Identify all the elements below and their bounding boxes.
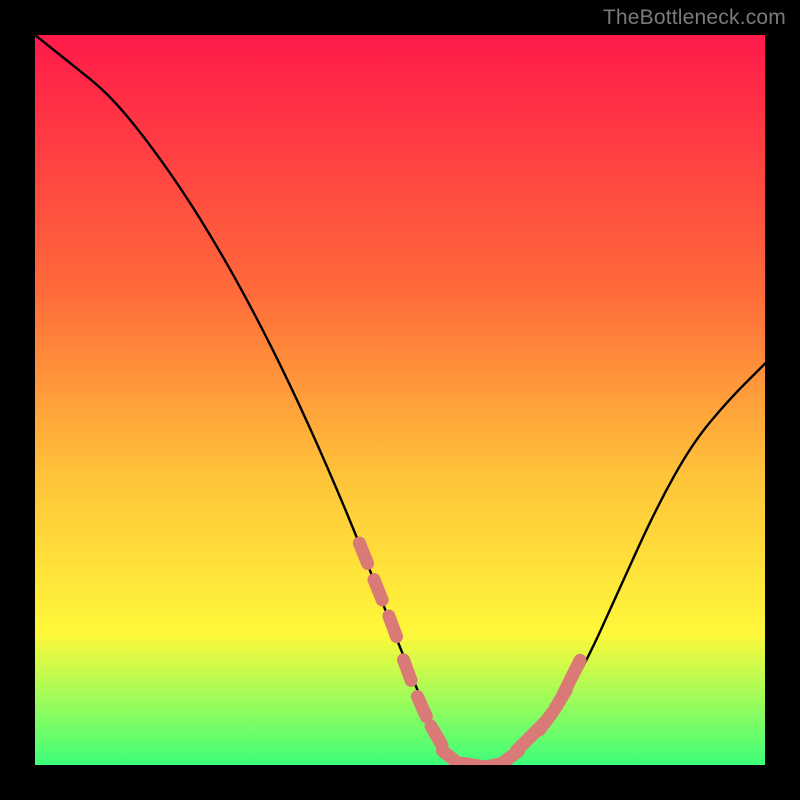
highlight-marker <box>374 580 382 600</box>
highlight-marker <box>404 660 412 681</box>
bottleneck-chart <box>35 35 765 765</box>
highlight-marker <box>389 616 397 637</box>
plot-area <box>35 35 765 765</box>
highlight-marker <box>359 543 367 563</box>
watermark-text: TheBottleneck.com <box>603 6 786 30</box>
chart-frame: TheBottleneck.com <box>0 0 800 800</box>
highlight-marker <box>570 660 580 680</box>
highlight-marker <box>417 697 426 717</box>
